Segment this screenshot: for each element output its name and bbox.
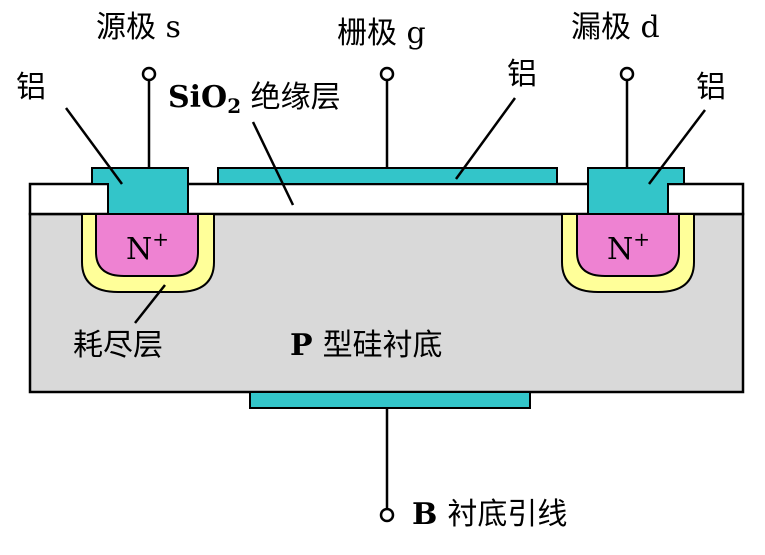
source-label: 源极 s — [96, 10, 181, 45]
leader-al-gate — [454, 97, 517, 180]
gate-terminal — [379, 66, 395, 82]
bulk-label: B 衬底引线 — [412, 497, 567, 532]
al-gate-label: 铝 — [507, 57, 537, 92]
source-terminal — [141, 66, 157, 82]
sio2-suffix: 绝缘层 — [241, 80, 341, 115]
depletion-label: 耗尽层 — [73, 328, 163, 363]
gate-label: 栅极 g — [337, 16, 426, 51]
n-plus-left-n: N — [126, 232, 152, 267]
drain-terminal — [619, 66, 635, 82]
al-right-label: 铝 — [696, 70, 726, 105]
n-plus-right-sup: + — [633, 227, 650, 251]
substrate-text: 型硅衬底 — [323, 328, 443, 363]
sio2-subscript: 2 — [227, 94, 241, 118]
n-plus-left-sup: + — [152, 227, 169, 251]
sio2-label: SiO2 绝缘层 — [168, 80, 341, 118]
sio2-formula: SiO — [168, 80, 227, 115]
al-left-label: 铝 — [16, 70, 46, 105]
substrate-p: P — [290, 328, 313, 363]
mosfet-diagram: 源极 s 栅极 g 漏极 d 铝 铝 铝 SiO2 绝缘层 N+ N+ 耗尽层 … — [16, 10, 745, 532]
bulk-terminal — [379, 507, 395, 523]
n-plus-right-n: N — [607, 232, 633, 267]
bulk-text: 衬底引线 — [447, 497, 567, 532]
drain-label: 漏极 d — [571, 10, 660, 45]
aluminum-bulk-contact — [249, 391, 531, 409]
aluminum-gate-contact — [217, 167, 558, 185]
bulk-b: B — [412, 497, 437, 532]
